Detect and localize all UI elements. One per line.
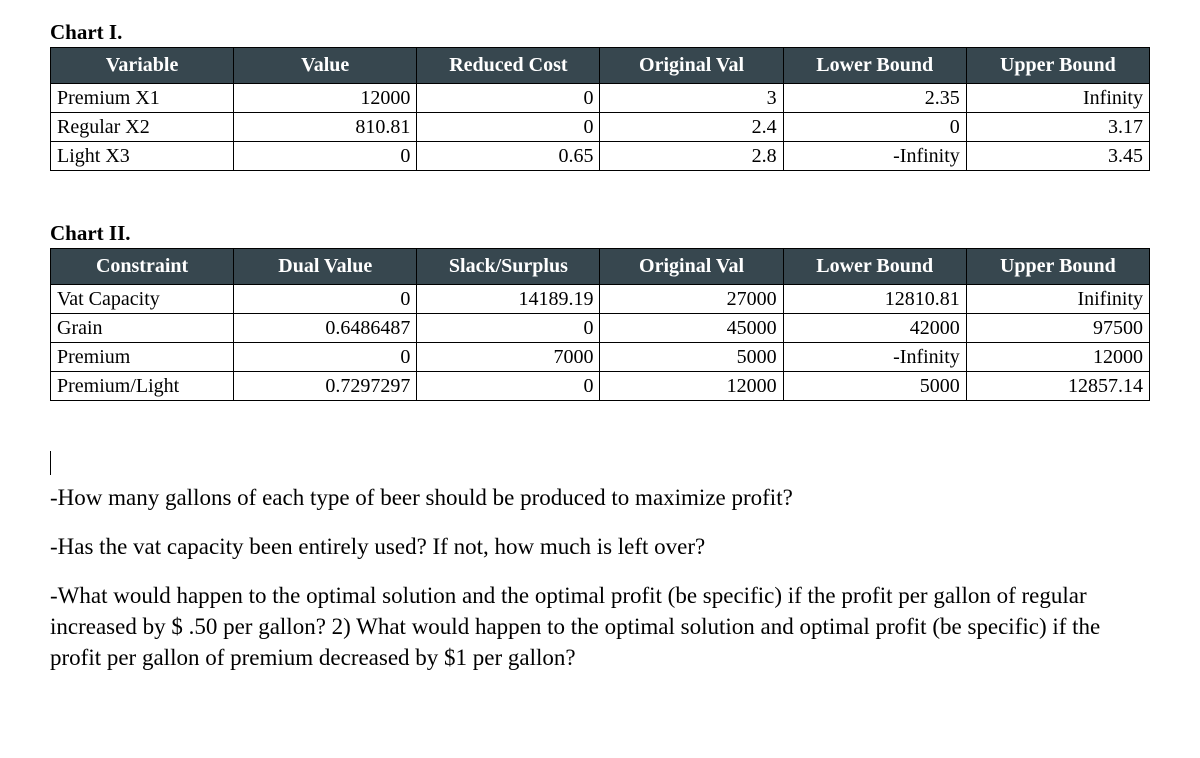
chart1-header: Lower Bound xyxy=(783,48,966,84)
chart2-header: Dual Value xyxy=(234,249,417,285)
table-row: Premium/Light 0.7297297 0 12000 5000 128… xyxy=(51,372,1150,401)
cell-upper-bound: 12000 xyxy=(966,343,1149,372)
cell-lower-bound: 2.35 xyxy=(783,84,966,113)
cell-upper-bound: Infinity xyxy=(966,84,1149,113)
chart2-header: Original Val xyxy=(600,249,783,285)
cell-slack-surplus: 7000 xyxy=(417,343,600,372)
table-row: Premium 0 7000 5000 -Infinity 12000 xyxy=(51,343,1150,372)
cell-constraint: Premium xyxy=(51,343,234,372)
chart1-header: Variable xyxy=(51,48,234,84)
table-row: Light X3 0 0.65 2.8 -Infinity 3.45 xyxy=(51,142,1150,171)
cell-variable: Regular X2 xyxy=(51,113,234,142)
cell-upper-bound: 12857.14 xyxy=(966,372,1149,401)
cell-original-val: 2.4 xyxy=(600,113,783,142)
cell-lower-bound: 5000 xyxy=(783,372,966,401)
questions-block: -How many gallons of each type of beer s… xyxy=(50,451,1150,673)
cell-dual-value: 0 xyxy=(234,343,417,372)
chart1-header: Original Val xyxy=(600,48,783,84)
chart2-table: Constraint Dual Value Slack/Surplus Orig… xyxy=(50,248,1150,401)
cell-original-val: 27000 xyxy=(600,285,783,314)
chart1-header-row: Variable Value Reduced Cost Original Val… xyxy=(51,48,1150,84)
cell-lower-bound: -Infinity xyxy=(783,142,966,171)
chart2-header-row: Constraint Dual Value Slack/Surplus Orig… xyxy=(51,249,1150,285)
cell-constraint: Vat Capacity xyxy=(51,285,234,314)
cell-original-val: 12000 xyxy=(600,372,783,401)
cell-value: 0 xyxy=(234,142,417,171)
table-row: Premium X1 12000 0 3 2.35 Infinity xyxy=(51,84,1150,113)
table-row: Vat Capacity 0 14189.19 27000 12810.81 I… xyxy=(51,285,1150,314)
chart1-header: Reduced Cost xyxy=(417,48,600,84)
cell-original-val: 5000 xyxy=(600,343,783,372)
cell-original-val: 2.8 xyxy=(600,142,783,171)
cell-slack-surplus: 0 xyxy=(417,372,600,401)
cell-variable: Premium X1 xyxy=(51,84,234,113)
chart2-header: Constraint xyxy=(51,249,234,285)
question-2: -Has the vat capacity been entirely used… xyxy=(50,531,1150,562)
chart2-header: Slack/Surplus xyxy=(417,249,600,285)
cell-upper-bound: Inifinity xyxy=(966,285,1149,314)
chart2-header: Upper Bound xyxy=(966,249,1149,285)
cell-constraint: Grain xyxy=(51,314,234,343)
cell-upper-bound: 97500 xyxy=(966,314,1149,343)
chart2-header: Lower Bound xyxy=(783,249,966,285)
text-cursor xyxy=(50,451,51,475)
cell-lower-bound: 0 xyxy=(783,113,966,142)
cell-original-val: 45000 xyxy=(600,314,783,343)
cell-upper-bound: 3.17 xyxy=(966,113,1149,142)
chart1-title: Chart I. xyxy=(50,20,1150,45)
question-3: -What would happen to the optimal soluti… xyxy=(50,580,1150,673)
cell-slack-surplus: 0 xyxy=(417,314,600,343)
chart1-table: Variable Value Reduced Cost Original Val… xyxy=(50,47,1150,171)
cell-reduced-cost: 0 xyxy=(417,84,600,113)
question-1: -How many gallons of each type of beer s… xyxy=(50,482,1150,513)
cell-value: 810.81 xyxy=(234,113,417,142)
cell-reduced-cost: 0.65 xyxy=(417,142,600,171)
cell-slack-surplus: 14189.19 xyxy=(417,285,600,314)
cell-dual-value: 0.7297297 xyxy=(234,372,417,401)
cell-variable: Light X3 xyxy=(51,142,234,171)
cell-reduced-cost: 0 xyxy=(417,113,600,142)
chart1-header: Upper Bound xyxy=(966,48,1149,84)
cell-original-val: 3 xyxy=(600,84,783,113)
cell-value: 12000 xyxy=(234,84,417,113)
cell-upper-bound: 3.45 xyxy=(966,142,1149,171)
table-row: Regular X2 810.81 0 2.4 0 3.17 xyxy=(51,113,1150,142)
cell-lower-bound: -Infinity xyxy=(783,343,966,372)
chart2-title: Chart II. xyxy=(50,221,1150,246)
cell-dual-value: 0 xyxy=(234,285,417,314)
chart1-header: Value xyxy=(234,48,417,84)
cell-lower-bound: 42000 xyxy=(783,314,966,343)
cell-dual-value: 0.6486487 xyxy=(234,314,417,343)
cell-constraint: Premium/Light xyxy=(51,372,234,401)
cell-lower-bound: 12810.81 xyxy=(783,285,966,314)
table-row: Grain 0.6486487 0 45000 42000 97500 xyxy=(51,314,1150,343)
